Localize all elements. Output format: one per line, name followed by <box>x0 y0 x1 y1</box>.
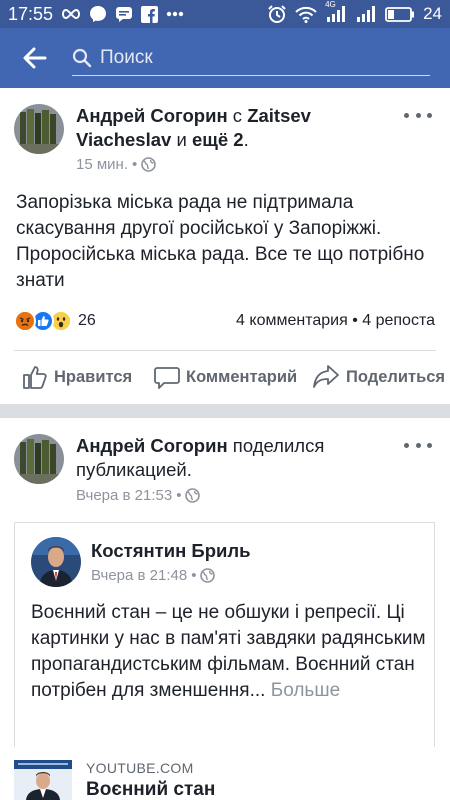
comments-count[interactable]: 4 комментария <box>236 312 348 329</box>
battery-icon <box>385 6 415 22</box>
search-icon <box>72 48 92 67</box>
shared-post-text: Воєнний стан – це не обшуки і репресії. … <box>31 600 431 704</box>
link-preview[interactable]: YOUTUBE.COM Воєнний стан <box>0 752 450 800</box>
shared-author-name[interactable]: Костянтин Бриль <box>91 539 251 563</box>
more-options-button[interactable] <box>404 439 432 451</box>
signal-icon: 4G <box>325 0 347 22</box>
comment-label: Комментарий <box>186 367 298 386</box>
globe-icon <box>185 488 201 503</box>
share-icon <box>313 365 339 388</box>
thumbs-up-icon <box>23 366 47 389</box>
shared-text-content: Воєнний стан – це не обшуки і репресії. … <box>31 602 426 701</box>
search-input[interactable] <box>100 46 400 69</box>
infinity-icon <box>61 8 81 20</box>
shared-post-time[interactable]: Вчера в 21:48 <box>91 567 187 584</box>
wifi-icon <box>295 6 317 23</box>
like-button[interactable]: Нравится <box>22 364 132 390</box>
reaction-count: 26 <box>78 312 96 329</box>
status-bar: 17:55 4G 24 <box>0 0 450 28</box>
post-text: Запорізька міська рада не підтримала ска… <box>16 192 425 291</box>
engagement-counts[interactable]: 4 комментария • 4 репоста <box>236 312 435 330</box>
post-time[interactable]: 15 мин. <box>76 156 128 173</box>
feed-separator <box>0 404 450 418</box>
arrow-left-icon <box>23 47 47 69</box>
share-label: Поделиться <box>346 367 446 386</box>
shared-post-meta: Вчера в 21:48 • <box>91 567 216 584</box>
counts-separator: • <box>352 312 363 329</box>
period: . <box>243 129 249 150</box>
facebook-icon <box>141 5 159 23</box>
avatar[interactable] <box>14 104 64 154</box>
back-button[interactable] <box>0 28 70 88</box>
avatar[interactable] <box>14 434 64 484</box>
more-options-button[interactable] <box>404 109 432 121</box>
globe-icon <box>200 568 216 583</box>
meta-separator: • <box>191 567 197 584</box>
search-header <box>0 28 450 88</box>
post-card: Андрей Согорин с Zaitsev Viacheslav и ещ… <box>0 88 450 404</box>
post-header: Андрей Согорин с Zaitsev Viacheslav и ещ… <box>76 104 396 152</box>
comment-button[interactable]: Комментарий <box>154 364 297 390</box>
comment-icon <box>154 367 180 389</box>
see-more-link[interactable]: Больше <box>271 680 340 701</box>
post-meta: 15 мин. • <box>76 156 157 173</box>
author-name[interactable]: Андрей Согорин <box>76 435 228 456</box>
divider <box>14 350 436 351</box>
link-title[interactable]: Воєнний стан <box>86 779 215 800</box>
messenger-icon <box>89 5 107 23</box>
share-button[interactable]: Поделиться <box>312 364 445 390</box>
and-word: и <box>171 129 192 150</box>
post-time[interactable]: Вчера в 21:53 <box>76 487 172 504</box>
reactions-summary[interactable]: 26 <box>14 310 96 332</box>
video-thumbnail[interactable] <box>14 760 72 800</box>
status-time: 17:55 <box>8 3 54 24</box>
meta-separator: • <box>132 156 138 173</box>
signal-icon <box>355 6 377 22</box>
post-meta: Вчера в 21:53 • <box>76 487 201 504</box>
author-name[interactable]: Андрей Согорин <box>76 105 228 126</box>
alarm-icon <box>267 4 287 24</box>
shared-author-avatar[interactable] <box>31 537 81 587</box>
others-link[interactable]: ещё 2 <box>192 129 244 150</box>
post-header: Андрей Согорин поделился публикацией. <box>76 434 396 482</box>
network-label: 4G <box>325 0 336 9</box>
link-source: YOUTUBE.COM <box>86 760 194 776</box>
more-dots-icon <box>166 11 184 17</box>
like-label: Нравится <box>54 367 133 386</box>
shares-count[interactable]: 4 репоста <box>362 312 435 329</box>
shared-author-label: Костянтин Бриль <box>91 540 251 561</box>
shared-post[interactable]: Костянтин Бриль Вчера в 21:48 • Воєнний … <box>14 522 435 747</box>
angry-reaction-icon <box>14 310 36 332</box>
meta-separator: • <box>176 487 182 504</box>
battery-level: 24 <box>423 4 442 23</box>
with-word: с <box>227 105 248 126</box>
chat-icon <box>115 5 133 23</box>
search-bar[interactable] <box>72 40 430 76</box>
globe-icon <box>141 157 157 172</box>
